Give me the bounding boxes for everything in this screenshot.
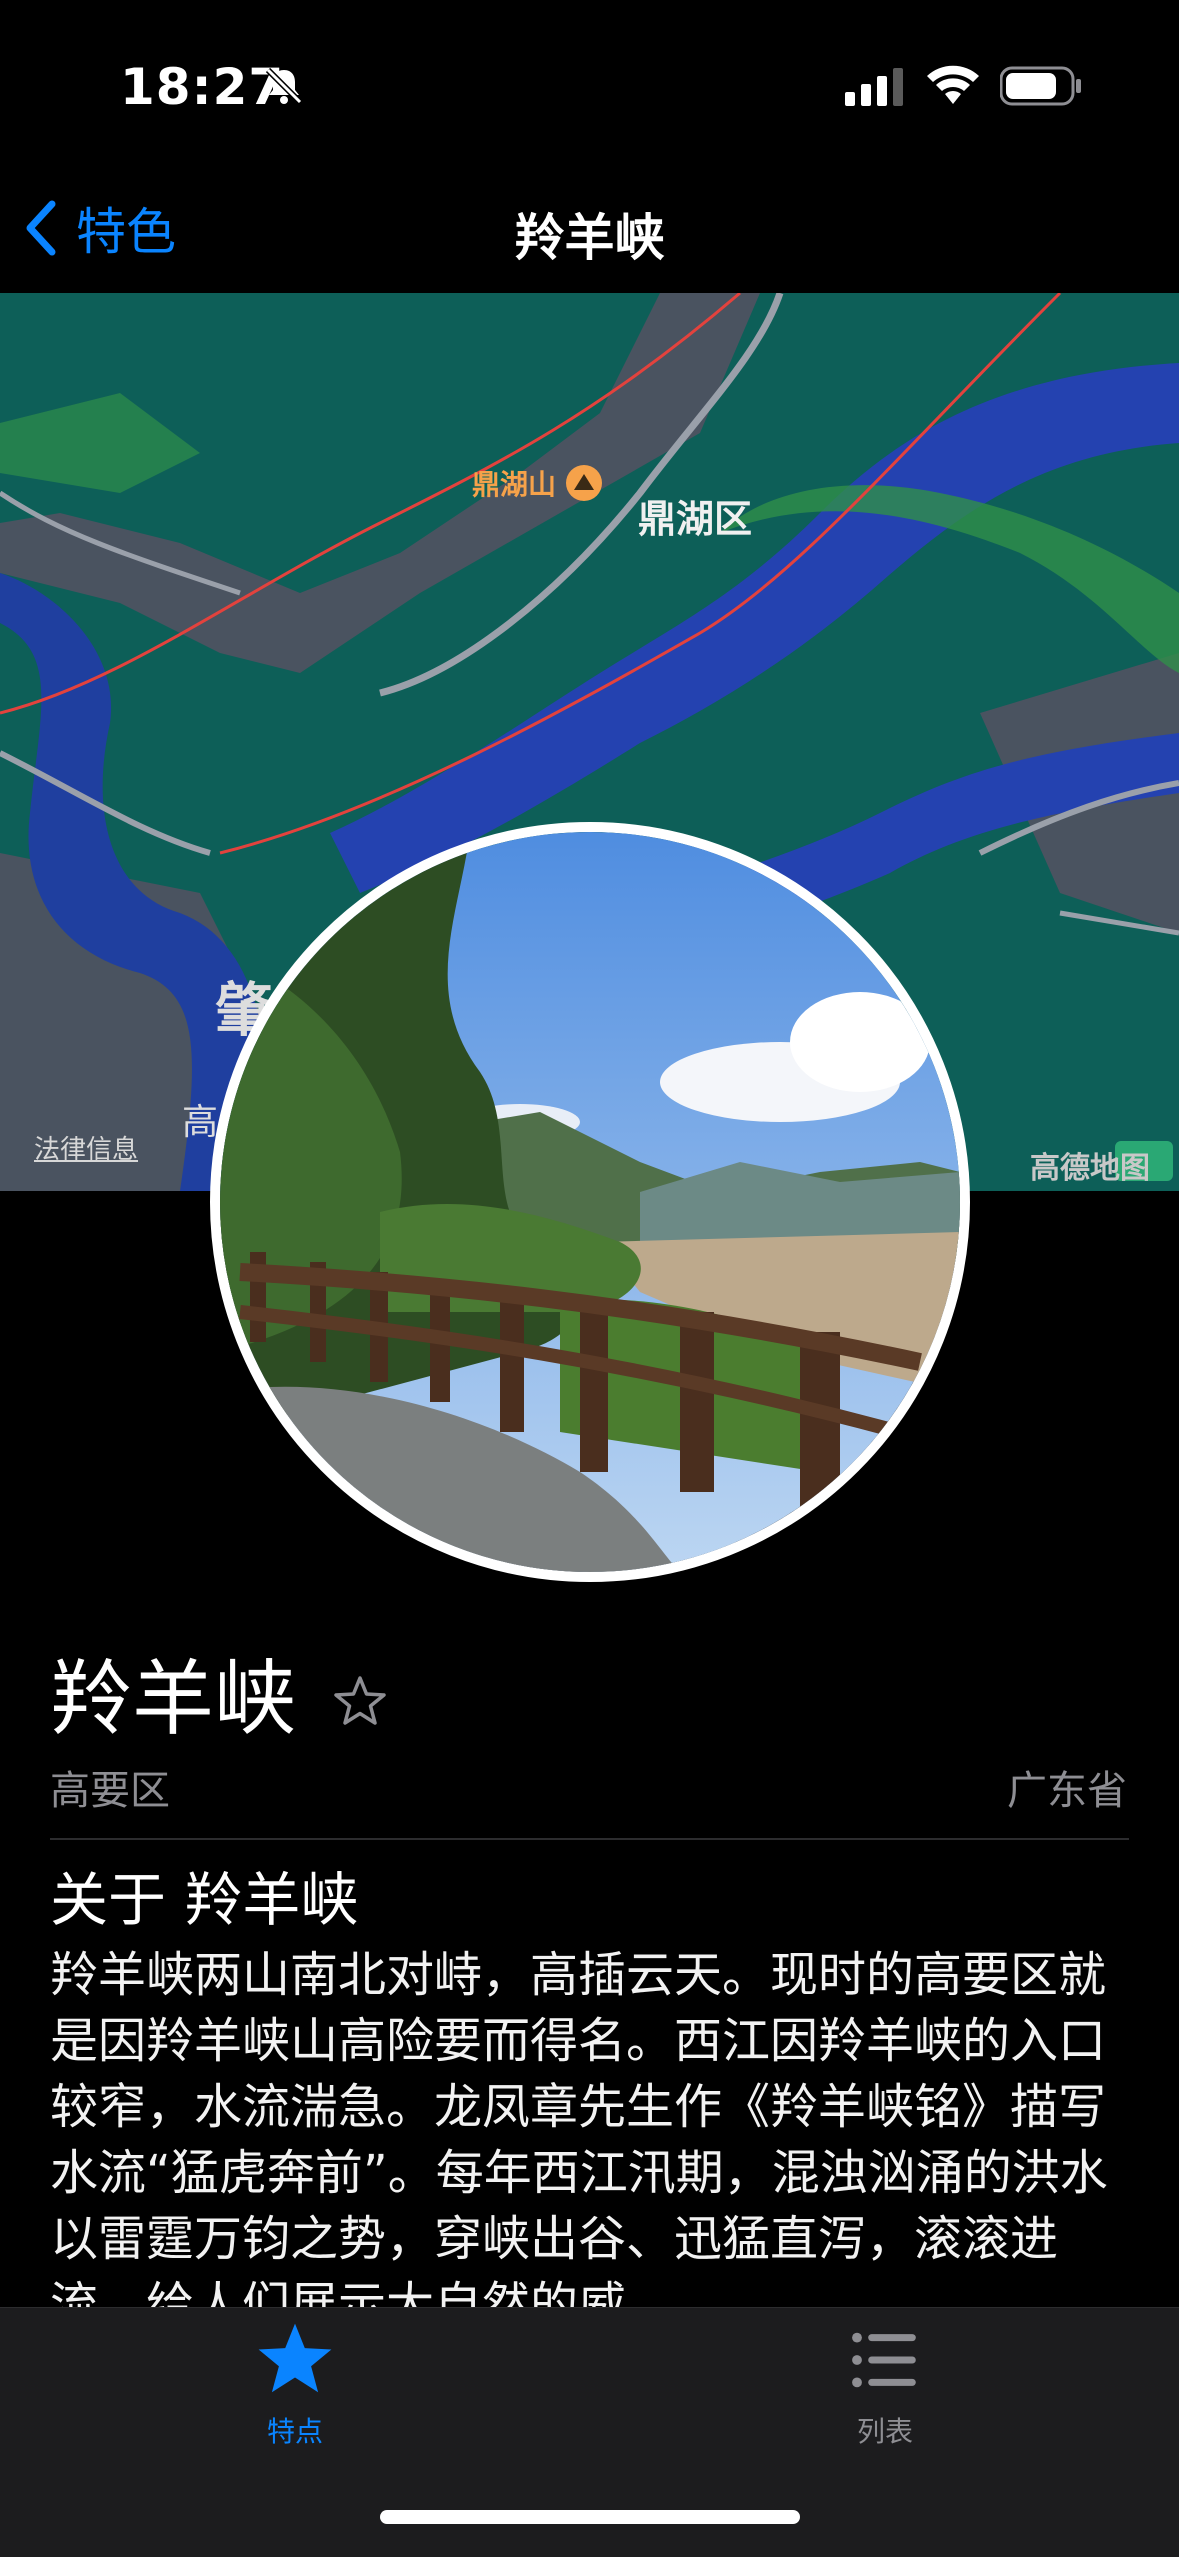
status-time: 18:27 [120,58,285,116]
home-indicator [380,2510,800,2524]
about-heading: 关于 羚羊峡 [50,1866,359,1934]
page-title: 羚羊峡 [514,209,665,267]
place-name: 羚羊峡 [50,1652,297,1747]
mountain-icon [566,465,603,501]
map-label-area: 高 [182,1102,219,1143]
tab-features-label: 特点 [266,2415,323,2448]
cellular-signal-icon [845,68,903,106]
peak-name: 鼎湖山 [472,468,557,501]
tab-list-label: 列表 [856,2415,913,2448]
province-label: 广东省 [1007,1768,1127,1814]
favorite-star-icon[interactable] [330,1672,390,1732]
status-bar: 18:27 [0,0,1179,150]
gorge-photo-image [220,832,960,1572]
place-photo [210,822,970,1582]
navigation-bar: 特色 羚羊峡 [0,180,1179,290]
map-label-peak[interactable]: 鼎湖山 [472,463,603,503]
legal-info-link[interactable]: 法律信息 [34,1129,138,1166]
district-label: 高要区 [50,1768,170,1814]
battery-icon [1000,66,1081,106]
bell-slash-icon [265,67,303,105]
tab-list[interactable]: 列表 [685,2318,1085,2450]
wifi-icon [927,65,979,104]
divider [50,1838,1129,1840]
about-text: 羚羊峡两山南北对峙，高插云天。现时的高要区就是因羚羊峡山高险要而得名。西江因羚羊… [50,1947,1108,2333]
tab-features[interactable]: 特点 [95,2318,495,2450]
star-fill-icon [258,2323,332,2393]
list-icon [852,2332,916,2388]
map-label-district: 鼎湖区 [638,497,753,541]
map-attribution: 高德地图 [1030,1151,1150,1186]
